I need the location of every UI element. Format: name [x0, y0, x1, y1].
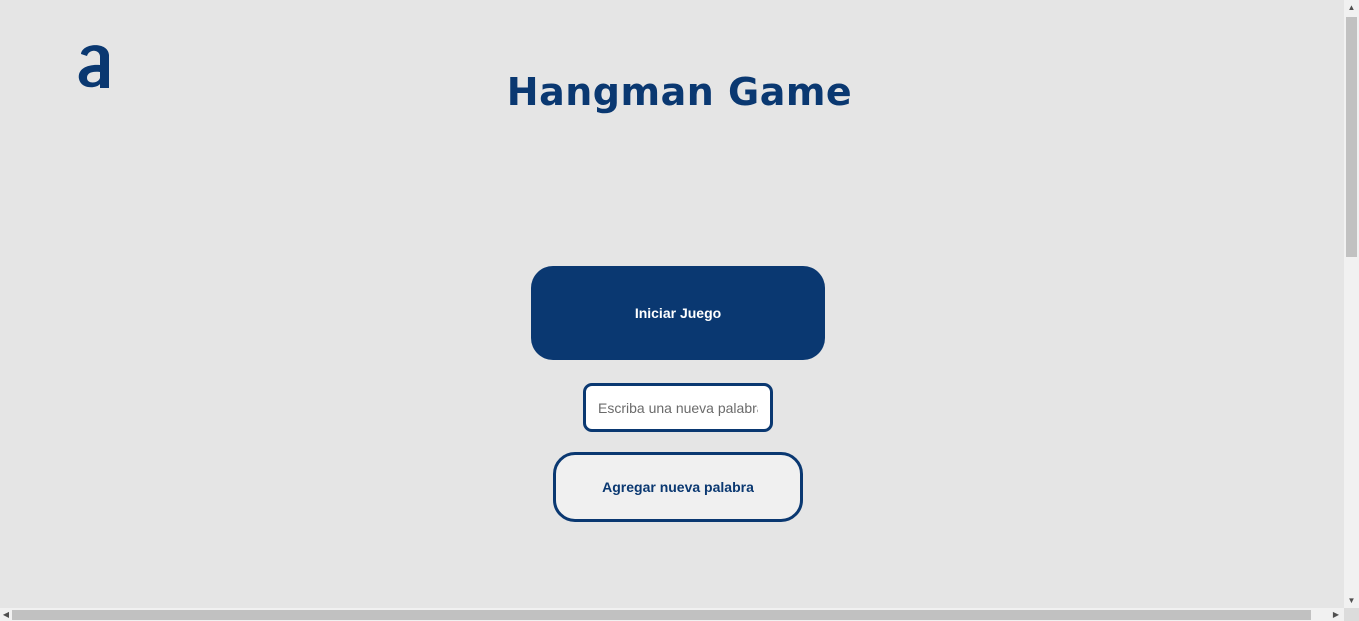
add-word-button[interactable]: Agregar nueva palabra [553, 452, 803, 522]
scrollbar-corner [1344, 608, 1359, 621]
vertical-scroll-thumb[interactable] [1346, 17, 1357, 257]
scroll-up-arrow-icon[interactable]: ▲ [1344, 0, 1359, 15]
horizontal-scroll-thumb[interactable] [12, 610, 1311, 620]
page-viewport: Hangman Game Iniciar Juego Agregar nueva… [0, 0, 1344, 608]
new-word-input[interactable] [583, 383, 773, 432]
vertical-scrollbar[interactable]: ▲ ▼ [1344, 0, 1359, 608]
start-game-button[interactable]: Iniciar Juego [531, 266, 825, 360]
scroll-left-arrow-icon[interactable]: ◀ [0, 608, 12, 621]
scroll-down-arrow-icon[interactable]: ▼ [1344, 593, 1359, 608]
horizontal-scrollbar[interactable]: ◀ ▶ [0, 608, 1344, 621]
page-title: Hangman Game [506, 70, 853, 114]
scroll-right-arrow-icon[interactable]: ▶ [1330, 608, 1342, 621]
